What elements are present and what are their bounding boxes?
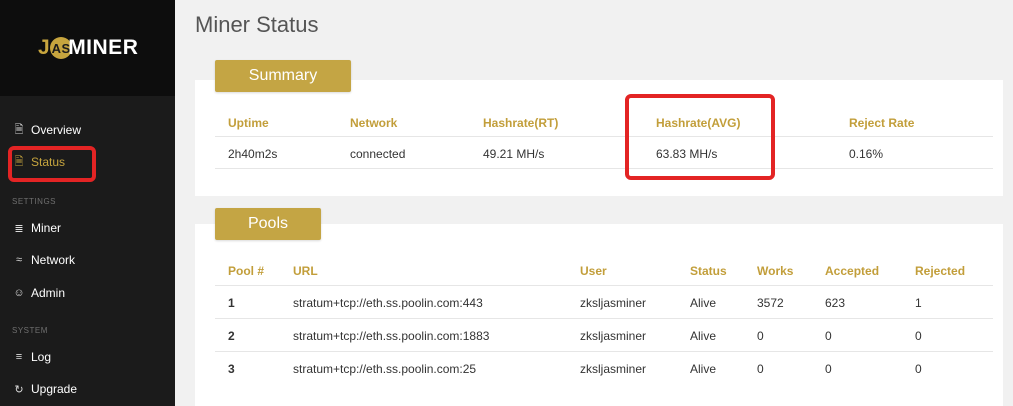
divider [215, 318, 993, 319]
page-title: Miner Status [195, 12, 319, 37]
pool-cell-status: Alive [690, 329, 717, 343]
sidebar-item-admin[interactable]: ☺ Admin [12, 281, 65, 305]
section-title-system: SYSTEM [12, 326, 48, 335]
summary-header-uptime: Uptime [228, 116, 269, 130]
pool-cell-works: 3572 [757, 296, 784, 310]
pool-cell-status: Alive [690, 296, 717, 310]
status-highlight-box [8, 146, 96, 182]
sidebar-item-network[interactable]: ≈ Network [12, 248, 75, 272]
pool-cell-rejected: 0 [915, 329, 922, 343]
summary-card: Summary Uptime Network Hashrate(RT) Hash… [195, 60, 1003, 196]
summary-header-hashrate-rt: Hashrate(RT) [483, 116, 559, 130]
pool-cell-rejected: 1 [915, 296, 922, 310]
refresh-icon: ↻ [14, 383, 24, 396]
logo: J AS MINER [38, 36, 138, 60]
pools-header-pool-number: Pool # [228, 264, 265, 278]
sidebar-item-miner[interactable]: ≣ Miner [12, 216, 61, 240]
pool-cell-user: zksljasminer [580, 362, 647, 376]
sidebar-item-label: Network [31, 253, 76, 267]
hashrate-avg-highlight-box [625, 94, 775, 180]
pools-header-works: Works [757, 264, 794, 278]
divider [215, 136, 993, 137]
pools-header-rejected: Rejected [915, 264, 966, 278]
summary-tab: Summary [215, 60, 351, 92]
pool-cell-works: 0 [757, 362, 764, 376]
pools-header-user: User [580, 264, 607, 278]
summary-value-network: connected [350, 147, 406, 161]
divider [215, 285, 993, 286]
pool-cell-user: zksljasminer [580, 329, 647, 343]
sidebar: J AS MINER 🗎 Overview 🗎 Status SETTINGS … [0, 0, 175, 406]
divider [215, 351, 993, 352]
pool-cell-url: stratum+tcp://eth.ss.poolin.com:25 [293, 362, 477, 376]
summary-header-reject-rate: Reject Rate [849, 116, 915, 130]
summary-value-reject-rate: 0.16% [849, 147, 884, 161]
pool-cell-url: stratum+tcp://eth.ss.poolin.com:443 [293, 296, 483, 310]
sidebar-item-label: Admin [31, 286, 66, 300]
sidebar-item-label: Upgrade [31, 382, 78, 396]
pools-card: Pools Pool # URL User Status Works Accep… [195, 208, 1003, 406]
sidebar-item-label: Miner [31, 221, 62, 235]
pool-cell-user: zksljasminer [580, 296, 647, 310]
sidebar-item-overview[interactable]: 🗎 Overview [12, 118, 81, 142]
summary-header-network: Network [350, 116, 398, 130]
pools-header-status: Status [690, 264, 727, 278]
sliders-icon: ≣ [14, 222, 24, 235]
sidebar-item-upgrade[interactable]: ↻ Upgrade [12, 377, 77, 401]
sidebar-item-label: Log [31, 350, 52, 364]
pools-header-url: URL [293, 264, 318, 278]
list-icon: ≡ [15, 351, 23, 363]
wifi-icon: ≈ [15, 254, 23, 266]
logo-area: J AS MINER [0, 0, 175, 96]
document-icon: 🗎 [14, 123, 24, 136]
logo-text: MINER [68, 36, 139, 59]
pools-header-accepted: Accepted [825, 264, 880, 278]
pool-cell-status: Alive [690, 362, 717, 376]
pool-cell-accepted: 0 [825, 329, 832, 343]
pool-cell-works: 0 [757, 329, 764, 343]
pool-cell-accepted: 623 [825, 296, 846, 310]
section-title-settings: SETTINGS [12, 197, 57, 206]
pools-tab: Pools [215, 208, 321, 240]
users-icon: ☺ [13, 287, 25, 299]
pool-cell-url: stratum+tcp://eth.ss.poolin.com:1883 [293, 329, 490, 343]
pool-cell-rejected: 0 [915, 362, 922, 376]
pool-cell-number: 2 [228, 329, 235, 343]
pool-cell-number: 1 [228, 296, 235, 310]
logo-prefix: J [38, 36, 51, 59]
sidebar-item-label: Overview [31, 123, 82, 137]
summary-value-hashrate-rt: 49.21 MH/s [483, 147, 545, 161]
pool-cell-number: 3 [228, 362, 235, 376]
summary-value-uptime: 2h40m2s [228, 147, 278, 161]
divider [215, 168, 993, 169]
sidebar-item-log[interactable]: ≡ Log [12, 345, 51, 369]
pool-cell-accepted: 0 [825, 362, 832, 376]
